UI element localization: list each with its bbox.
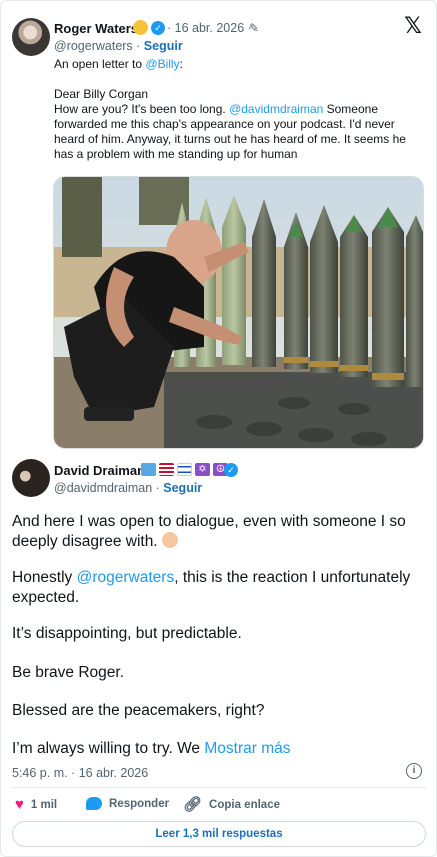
star-of-david-icon: ✡ xyxy=(195,463,210,476)
quoted-line-4: has a problem with me standing up for hu… xyxy=(54,147,298,161)
para-6-text: I’m always willing to try. We xyxy=(12,740,205,757)
line-1-text: How are you? It's been too long. xyxy=(54,102,230,116)
paragraph-5: Blessed are the peacemakers, right? xyxy=(12,702,265,719)
main-author-name[interactable]: David Draiman xyxy=(54,463,145,478)
copy-link-button[interactable]: 🔗︎ Copia enlace xyxy=(183,797,280,812)
speech-bubble-icon xyxy=(86,797,102,810)
main-handle-row: @davidmdraiman · Seguir xyxy=(54,481,203,495)
x-logo-icon[interactable]: 𝕏 xyxy=(402,15,424,37)
heart-icon: ♥ xyxy=(15,796,24,813)
para-2-line-1: Honestly @rogerwaters, this is the react… xyxy=(12,568,428,588)
para-1-line-1: And here I was open to dialogue, even wi… xyxy=(12,513,406,530)
info-icon[interactable]: i xyxy=(406,763,422,779)
blue-square-icon xyxy=(141,463,156,476)
pencil-icon: ✎ xyxy=(249,21,260,35)
tweet-photo[interactable] xyxy=(53,176,424,449)
mention-draiman-link[interactable]: @davidmdraiman xyxy=(229,102,323,116)
link-icon: 🔗︎ xyxy=(183,796,203,813)
like-button[interactable]: ♥ 1 mil xyxy=(15,797,57,812)
quoted-line-2: forwarded me this chap's appearance on y… xyxy=(54,117,395,131)
para-2-suffix: , this is the reaction I unfortunately xyxy=(174,569,411,586)
quoted-line-3: heard of him. Anyway, it turns out he ha… xyxy=(54,132,406,146)
read-replies-button[interactable]: Leer 1,3 mil respuestas xyxy=(12,821,426,847)
para-1-line-2: deeply disagree with. xyxy=(12,533,158,550)
paragraph-3: It’s disappointing, but predictable. xyxy=(12,625,242,642)
follow-draiman-button[interactable]: Seguir xyxy=(163,481,202,495)
artillery-shells-image xyxy=(54,177,423,448)
david-draiman-avatar[interactable] xyxy=(12,459,50,497)
roger-waters-avatar[interactable] xyxy=(12,18,50,56)
quoted-date[interactable]: · 16 abr. 2026 · xyxy=(167,21,252,35)
follow-roger-button[interactable]: Seguir xyxy=(144,39,183,53)
quoted-author-name[interactable]: Roger Waters xyxy=(54,21,138,36)
intro-text: An open letter to xyxy=(54,57,146,71)
quoted-line-1: How are you? It's been too long. @davidm… xyxy=(54,102,378,117)
flag-emojis: ✡ ☮ xyxy=(141,463,228,476)
paragraph-1: And here I was open to dialogue, even wi… xyxy=(12,512,428,552)
copy-link-label: Copia enlace xyxy=(209,798,280,811)
tweet-timestamp[interactable]: 5:46 p. m. · 16 abr. 2026 xyxy=(12,766,148,780)
main-handle[interactable]: @davidmdraiman xyxy=(54,481,152,495)
sun-emoji-icon xyxy=(133,20,148,35)
show-more-link[interactable]: Mostrar más xyxy=(204,740,290,757)
intro-colon: : xyxy=(179,57,183,71)
quoted-handle[interactable]: @rogerwaters xyxy=(54,39,133,53)
divider xyxy=(12,787,426,788)
quoted-handle-row: @rogerwaters · Seguir xyxy=(54,39,183,53)
line-1-suffix: Someone xyxy=(323,102,378,116)
paragraph-2: Honestly @rogerwaters, this is the react… xyxy=(12,568,428,608)
para-1-line-2-row: deeply disagree with. xyxy=(12,532,428,552)
reply-label: Responder xyxy=(109,797,170,810)
tweet-embed-card: Roger Waters ✓ · 16 abr. 2026 · ✎ 𝕏 @rog… xyxy=(0,0,437,857)
person-shrugging-emoji-icon xyxy=(161,532,178,548)
paragraph-6: I’m always willing to try. We Mostrar má… xyxy=(12,739,428,759)
israel-flag-icon xyxy=(177,463,192,476)
like-count: 1 mil xyxy=(30,798,58,811)
verified-badge-icon: ✓ xyxy=(224,463,238,477)
mention-rogerwaters-link[interactable]: @rogerwaters xyxy=(77,569,175,586)
verified-badge-icon: ✓ xyxy=(151,21,165,35)
paragraph-4: Be brave Roger. xyxy=(12,664,125,681)
quoted-intro: An open letter to @Billy: xyxy=(54,57,183,72)
us-flag-icon xyxy=(159,463,174,476)
para-2-prefix: Honestly xyxy=(12,569,77,586)
mention-billy-link[interactable]: @Billy xyxy=(145,57,179,71)
quoted-greeting: Dear Billy Corgan xyxy=(54,87,149,101)
para-2-line-2: expected. xyxy=(12,589,80,606)
reply-button[interactable]: Responder xyxy=(86,797,169,810)
